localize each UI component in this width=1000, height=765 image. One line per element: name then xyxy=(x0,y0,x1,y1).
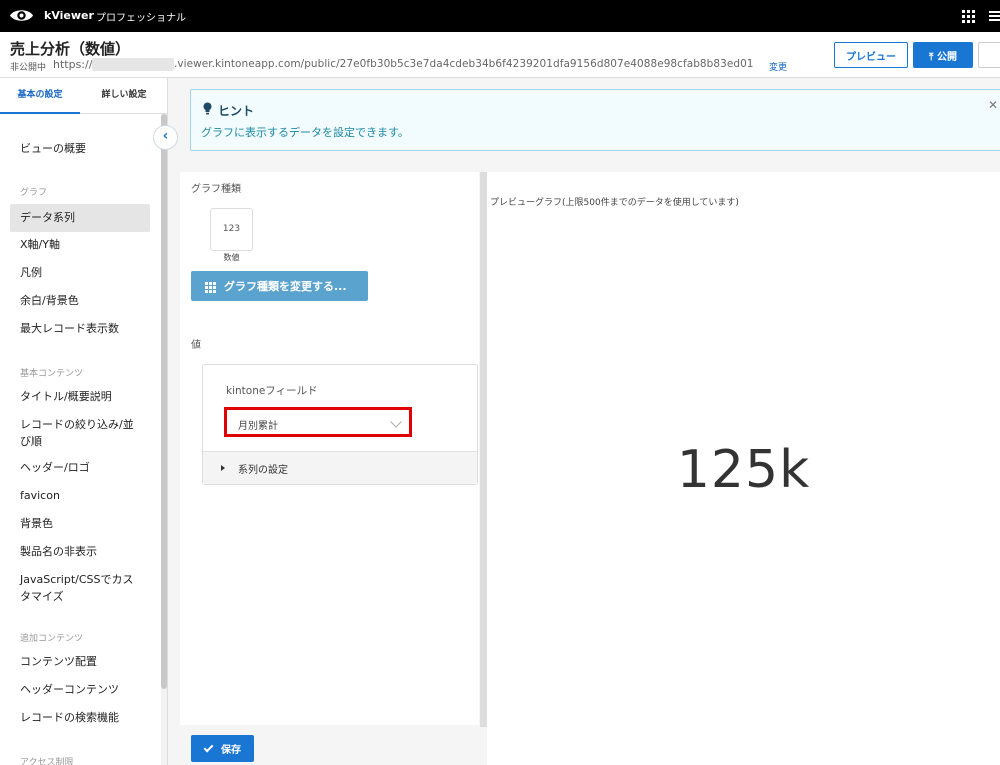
chevron-left-icon: ‹ xyxy=(162,128,169,144)
top-bar: kViewer プロフェッショナル xyxy=(0,0,1000,32)
graph-type-caption: 数値 xyxy=(223,253,240,262)
kintone-field-label: kintoneフィールド xyxy=(226,385,318,397)
sidebar-heading-basic-content: 基本コンテンツ xyxy=(20,369,84,379)
sidebar-item-record-search[interactable]: レコードの検索機能 xyxy=(10,709,150,726)
sidebar-heading-graph: グラフ xyxy=(20,188,48,198)
tab-basic-settings[interactable]: 基本の設定 xyxy=(0,78,80,114)
sidebar-item-header-logo[interactable]: ヘッダー/ロゴ xyxy=(10,459,150,476)
number-type-icon: 123 xyxy=(210,208,253,251)
page-title: 売上分析（数値） xyxy=(10,40,131,58)
tab-detail-settings[interactable]: 詳しい設定 xyxy=(84,78,164,114)
url-masked-segment xyxy=(92,58,174,71)
public-url: .viewer.kintoneapp.com/public/27e0fb30b5… xyxy=(174,58,754,70)
hint-title: ヒント xyxy=(218,104,255,118)
brand-name: kViewer xyxy=(44,9,94,22)
apps-grid-icon[interactable] xyxy=(962,10,975,23)
sidebar-item-hide-product-name[interactable]: 製品名の非表示 xyxy=(10,543,150,560)
sidebar-item-max-records[interactable]: 最大レコード表示数 xyxy=(10,320,150,337)
change-graph-type-label: グラフ種類を変更する... xyxy=(224,280,347,293)
series-settings-toggle[interactable]: 系列の設定 xyxy=(203,451,477,484)
check-icon xyxy=(203,742,214,753)
lightbulb-icon xyxy=(203,102,212,115)
page-header: 売上分析（数値） 非公開中 https:// .viewer.kintoneap… xyxy=(0,32,1000,78)
preview-button[interactable]: プレビュー xyxy=(834,42,908,68)
sidebar-item-background-color[interactable]: 背景色 xyxy=(10,515,150,532)
sidebar-item-xy-axis[interactable]: X軸/Y軸 xyxy=(10,236,150,253)
preview-caption: プレビューグラフ(上限500件までのデータを使用しています) xyxy=(490,198,739,208)
sidebar-item-content-layout[interactable]: コンテンツ配置 xyxy=(10,653,150,670)
grid-icon xyxy=(205,281,216,293)
hint-box: ヒント グラフに表示するデータを設定できます。 ✕ xyxy=(190,89,1000,151)
hint-text: グラフに表示するデータを設定できます。 xyxy=(201,126,409,139)
sidebar-heading-additional-content: 追加コンテンツ xyxy=(20,634,84,644)
series-settings-label: 系列の設定 xyxy=(238,465,288,476)
sidebar-item-favicon[interactable]: favicon xyxy=(10,487,150,504)
chevron-down-icon xyxy=(390,416,402,428)
preview-number-value: 125k xyxy=(676,440,811,500)
change-graph-type-button[interactable]: グラフ種類を変更する... xyxy=(191,271,368,301)
more-button[interactable] xyxy=(978,42,1000,68)
preview-panel: プレビューグラフ(上限500件までのデータを使用しています) 125k xyxy=(487,172,1000,765)
sidebar-heading-access-control: アクセス制限 xyxy=(20,758,74,765)
sidebar-item-js-css-customize[interactable]: JavaScript/CSSでカスタマイズ xyxy=(10,571,138,605)
url-prefix: https:// xyxy=(53,58,93,71)
sidebar-item-title-description[interactable]: タイトル/概要説明 xyxy=(10,388,150,405)
sidebar: 基本の設定 詳しい設定 ビューの概要 グラフ データ系列 X軸/Y軸 凡例 余白… xyxy=(0,78,168,765)
eye-icon[interactable] xyxy=(9,7,34,24)
publish-label: 公開 xyxy=(936,51,957,63)
collapse-sidebar-button[interactable]: ‹ xyxy=(153,125,178,150)
kintone-field-select[interactable]: 月別累計 xyxy=(224,407,412,437)
caret-right-icon xyxy=(221,465,225,471)
sidebar-tabs: 基本の設定 詳しい設定 xyxy=(0,78,167,114)
upload-icon: ⤒ xyxy=(929,51,937,63)
publish-status: 非公開中 xyxy=(10,63,47,73)
save-label: 保存 xyxy=(221,745,241,756)
sidebar-item-margin-bg[interactable]: 余白/背景色 xyxy=(10,292,150,309)
change-url-link[interactable]: 変更 xyxy=(769,60,787,73)
graph-type-label: グラフ種類 xyxy=(191,184,241,195)
value-label: 値 xyxy=(191,340,201,351)
sidebar-scrollbar[interactable] xyxy=(161,114,167,765)
sidebar-item-header-content[interactable]: ヘッダーコンテンツ xyxy=(10,681,150,698)
field-settings-card: kintoneフィールド 月別累計 系列の設定 xyxy=(202,364,478,485)
sidebar-item-view-overview[interactable]: ビューの概要 xyxy=(10,140,150,157)
save-button[interactable]: 保存 xyxy=(191,735,254,762)
sidebar-item-data-series[interactable]: データ系列 xyxy=(10,204,150,232)
edition-label: プロフェッショナル xyxy=(96,13,186,24)
sidebar-item-legend[interactable]: 凡例 xyxy=(10,264,150,281)
settings-scrollbar[interactable] xyxy=(480,172,487,727)
close-icon[interactable]: ✕ xyxy=(988,98,998,112)
sidebar-scroll-thumb[interactable] xyxy=(161,114,167,689)
hamburger-menu-icon[interactable] xyxy=(989,11,1000,21)
publish-button[interactable]: ⤒ 公開 xyxy=(913,42,973,68)
sidebar-item-record-filter-sort[interactable]: レコードの絞り込み/並び順 xyxy=(10,416,135,450)
selected-field-value: 月別累計 xyxy=(238,421,278,432)
